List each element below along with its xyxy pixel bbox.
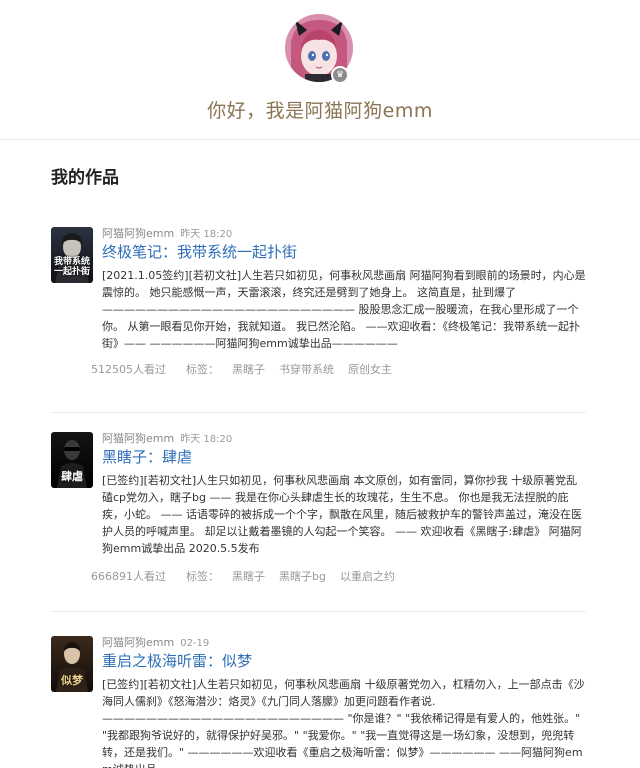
crown-icon: ♛	[331, 66, 349, 84]
work-stats: 512505人看过 标签： 黑瞎子 书穿带系统 原创女主	[91, 361, 406, 377]
work-title[interactable]: 重启之极海听雷：似梦	[102, 650, 252, 671]
post-time: 昨天 18:20	[180, 434, 233, 445]
profile-greeting: 你好，我是阿猫阿狗emm	[207, 100, 433, 122]
tag[interactable]: 黑瞎子	[232, 568, 265, 584]
author-name[interactable]: 阿猫阿狗emm	[102, 432, 174, 445]
author-name[interactable]: 阿猫阿狗emm	[102, 227, 174, 240]
work-item[interactable]: 似梦 阿猫阿狗emm 02-19 重启之极海听雷：似梦 [已签约][若初文社]人生…	[51, 636, 586, 768]
tag[interactable]: 黑瞎子bg	[279, 568, 326, 584]
work-meta: 阿猫阿狗emm 昨天 18:20	[102, 225, 232, 241]
work-meta: 阿猫阿狗emm 昨天 18:20	[102, 430, 232, 446]
author-name[interactable]: 阿猫阿狗emm	[102, 636, 174, 649]
divider	[51, 412, 586, 413]
section-title: 我的作品	[51, 168, 119, 188]
work-item[interactable]: 肆虐 阿猫阿狗emm 昨天 18:20 黑瞎子：肆虐 [已签约][若初文社]人生只…	[51, 432, 586, 612]
tags-label: 标签：	[186, 570, 219, 583]
work-description: [已签约][若初文社]人生若只如初见，何事秋风悲画扇 十级原著党勿入，杠精勿入，…	[102, 678, 585, 768]
work-item[interactable]: 我带系统一起扑街 阿猫阿狗emm 昨天 18:20 终极笔记：我带系统一起扑街 […	[51, 227, 586, 413]
tags-label: 标签：	[186, 363, 219, 376]
work-stats: 666891人看过 标签： 黑瞎子 黑瞎子bg 以重启之约	[91, 568, 409, 584]
work-title[interactable]: 黑瞎子：肆虐	[102, 446, 192, 467]
work-description: [已签约][若初文社]人生只如初见，何事秋风悲画扇 本文原创，如有雷同，算你抄我…	[102, 474, 582, 555]
work-description: [2021.1.05签约][若初文社]人生若只如初见，何事秋风悲画扇 阿猫阿狗看…	[102, 269, 586, 350]
post-time: 昨天 18:20	[180, 229, 233, 240]
work-meta: 阿猫阿狗emm 02-19	[102, 636, 209, 650]
tag[interactable]: 原创女主	[348, 361, 392, 377]
divider	[51, 611, 586, 612]
post-time: 02-19	[180, 638, 210, 649]
work-title[interactable]: 终极笔记：我带系统一起扑街	[102, 241, 297, 262]
tag[interactable]: 黑瞎子	[232, 361, 265, 377]
view-count: 666891人看过	[91, 570, 166, 583]
tag[interactable]: 书穿带系统	[279, 361, 334, 377]
profile-header: ♛ 你好，我是阿猫阿狗emm	[0, 0, 640, 140]
tag[interactable]: 以重启之约	[340, 568, 395, 584]
view-count: 512505人看过	[91, 363, 166, 376]
